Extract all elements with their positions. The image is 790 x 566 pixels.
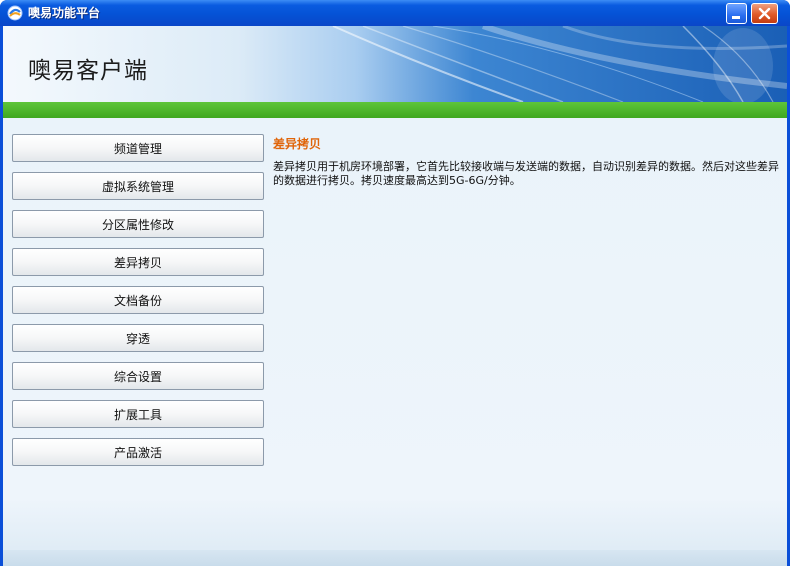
main-content: 频道管理 虚拟系统管理 分区属性修改 差异拷贝 文档备份 穿透 综合设置 扩展工… — [3, 118, 787, 566]
nav-button-extension-tools[interactable]: 扩展工具 — [12, 400, 264, 428]
nav-button-document-backup[interactable]: 文档备份 — [12, 286, 264, 314]
window-title: 噢易功能平台 — [28, 6, 101, 20]
nav-button-product-activation[interactable]: 产品激活 — [12, 438, 264, 466]
nav-button-penetration[interactable]: 穿透 — [12, 324, 264, 352]
detail-title: 差异拷贝 — [273, 137, 322, 151]
close-icon — [758, 7, 771, 20]
header-banner: 噢易客户端 — [3, 26, 787, 102]
detail-description: 差异拷贝用于机房环境部署，它首先比较接收端与发送端的数据，自动识别差异的数据。然… — [273, 160, 779, 187]
detail-panel: 差异拷贝 差异拷贝用于机房环境部署，它首先比较接收端与发送端的数据，自动识别差异… — [273, 136, 783, 188]
nav-button-virtual-system-management[interactable]: 虚拟系统管理 — [12, 172, 264, 200]
minimize-button[interactable] — [726, 3, 747, 24]
banner-title: 噢易客户端 — [28, 58, 148, 84]
nav-button-general-settings[interactable]: 综合设置 — [12, 362, 264, 390]
nav-button-differential-copy[interactable]: 差异拷贝 — [12, 248, 264, 276]
title-bar[interactable]: 噢易功能平台 — [0, 0, 790, 26]
client-area: 噢易客户端 频道管理 虚拟系统管理 分区属性修改 差异拷贝 文档备份 穿透 综合… — [3, 26, 787, 566]
minimize-icon — [732, 16, 740, 19]
nav-menu: 频道管理 虚拟系统管理 分区属性修改 差异拷贝 文档备份 穿透 综合设置 扩展工… — [12, 134, 265, 476]
app-window: 噢易功能平台 噢易客户端 频道管理 虚拟系统管理 分区属性修改 差异拷贝 文档备… — [0, 0, 790, 566]
accent-bar — [3, 102, 787, 118]
nav-button-partition-properties[interactable]: 分区属性修改 — [12, 210, 264, 238]
nav-button-channel-management[interactable]: 频道管理 — [12, 134, 264, 162]
close-button[interactable] — [751, 3, 778, 24]
status-strip — [3, 550, 787, 566]
app-logo-icon — [7, 5, 23, 21]
